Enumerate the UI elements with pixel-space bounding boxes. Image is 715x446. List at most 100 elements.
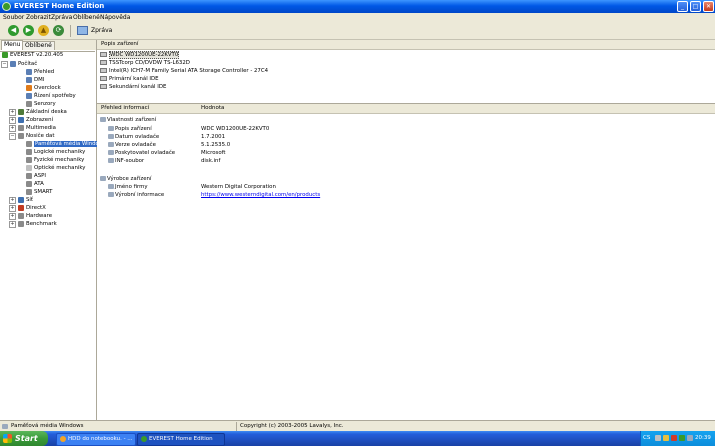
tree-item[interactable]: + Hardware: [9, 212, 52, 220]
up-icon[interactable]: ▲: [38, 25, 49, 36]
collapse-icon[interactable]: −: [1, 61, 8, 68]
expand-icon[interactable]: +: [9, 205, 16, 212]
device-label: Primární kanál IDE: [109, 76, 159, 82]
tray-icon-5[interactable]: [687, 435, 693, 441]
task-everest[interactable]: EVEREST Home Edition: [137, 433, 225, 446]
expand-icon[interactable]: +: [9, 117, 16, 124]
menu-help[interactable]: Nápověda: [100, 14, 130, 21]
device-list-item[interactable]: Sekundární kanál IDE: [100, 83, 166, 91]
tree-item[interactable]: + Multimedia: [9, 124, 56, 132]
tree-item[interactable]: Optické mechaniky: [26, 164, 85, 172]
back-icon[interactable]: ◀: [8, 25, 19, 36]
tree-item[interactable]: Senzory: [26, 100, 56, 108]
tray-icon-4[interactable]: [679, 435, 685, 441]
device-column-header: Popis zařízení: [101, 41, 139, 47]
tree-item-label: Multimedia: [26, 125, 56, 131]
details-row: Poskytovatel ovladače Microsoft: [97, 149, 697, 157]
details-group-text: Vlastnosti zařízení: [107, 117, 157, 123]
tree-item[interactable]: + Zobrazení: [9, 116, 53, 124]
device-list-header[interactable]: Popis zařízení: [97, 40, 715, 50]
menu-report[interactable]: Zpráva: [51, 14, 72, 21]
device-list-item[interactable]: Primární kanál IDE: [100, 75, 159, 83]
tree-item[interactable]: + Benchmark: [9, 220, 57, 228]
tree-item[interactable]: Přehled: [26, 68, 54, 76]
details-value: 5.1.2535.0: [201, 142, 231, 148]
property-icon: [108, 158, 114, 163]
close-button[interactable]: ✕: [703, 1, 714, 12]
tree-item[interactable]: + DirectX: [9, 204, 46, 212]
expand-icon[interactable]: +: [9, 213, 16, 220]
tree-item-label: Optické mechaniky: [34, 165, 86, 171]
tray-icon-1[interactable]: [655, 435, 661, 441]
tree-item[interactable]: Logické mechaniky: [26, 148, 85, 156]
expand-icon[interactable]: +: [9, 125, 16, 132]
info-icon: [26, 69, 32, 75]
windows-logo-icon: [3, 434, 12, 443]
disk-icon: [26, 141, 32, 147]
maximize-button[interactable]: □: [690, 1, 701, 12]
details-key: Datum ovladače: [108, 133, 159, 141]
tree-item[interactable]: ASPI: [26, 172, 46, 180]
manufacturer-link[interactable]: https://www.westerndigital.com/en/produc…: [201, 191, 320, 199]
tree-item[interactable]: Overclock: [26, 84, 61, 92]
tree-item[interactable]: SMART: [26, 188, 52, 196]
minimize-button[interactable]: _: [677, 1, 688, 12]
tree-item-label: Benchmark: [26, 221, 57, 227]
details-row: Popis zařízení WDC WD1200UE-22KVT0: [97, 125, 697, 133]
details-key-text: Verze ovladače: [115, 142, 156, 148]
disk-icon: [26, 149, 32, 155]
task-browser[interactable]: HDD do notebooku. - ...: [56, 433, 136, 446]
device-list-item[interactable]: TSSTcorp CD/DVDW TS-L632D: [100, 59, 190, 67]
device-list-item[interactable]: WDC WD1200UE-22KVT0: [100, 51, 180, 59]
tree-item[interactable]: − Nosiče dat: [9, 132, 54, 140]
tree-item[interactable]: Paměťová média Windows: [26, 140, 108, 148]
everest-icon: [2, 2, 11, 11]
expand-icon[interactable]: +: [9, 221, 16, 228]
property-icon: [108, 150, 114, 155]
tree-item-label: Základní deska: [26, 109, 67, 115]
tree-item[interactable]: − Počítač: [1, 60, 37, 68]
tray-icon-3[interactable]: [671, 435, 677, 441]
everest-task-icon: [141, 435, 147, 442]
tree-item[interactable]: Řízení spotřeby: [26, 92, 76, 100]
menu-file[interactable]: Soubor: [3, 14, 24, 21]
tree-item[interactable]: Fyzické mechaniky: [26, 156, 84, 164]
tray-icon-2[interactable]: [663, 435, 669, 441]
collapse-icon[interactable]: −: [9, 133, 16, 140]
system-tray: CS 20:39: [640, 431, 715, 446]
tree-item[interactable]: EVEREST v2.20.405: [2, 51, 63, 59]
tree-item-label: Zobrazení: [26, 117, 53, 123]
tree-item[interactable]: + Základní deska: [9, 108, 67, 116]
expand-icon[interactable]: +: [9, 197, 16, 204]
tree-item[interactable]: DMI: [26, 76, 44, 84]
menu-favorites[interactable]: Oblíbené: [73, 14, 100, 21]
status-right: Copyright (c) 2003-2005 Lavalys, Inc.: [240, 423, 344, 429]
tree-item-label: Síť: [26, 197, 34, 203]
controller-icon: [100, 76, 107, 81]
tab-favorites[interactable]: Oblíbené: [22, 41, 55, 50]
start-button[interactable]: Start: [0, 431, 48, 446]
tree-view[interactable]: EVEREST v2.20.405− Počítač Přehled DMI Overc…: [0, 51, 108, 420]
details-group: Výrobce zařízení: [97, 175, 697, 183]
tree-item[interactable]: + Síť: [9, 196, 34, 204]
language-indicator[interactable]: CS: [643, 435, 650, 441]
tab-menu[interactable]: Menu: [1, 40, 24, 50]
forward-icon[interactable]: ▶: [23, 25, 34, 36]
overclock-icon: [26, 85, 32, 91]
details-group-label: Vlastnosti zařízení: [100, 116, 156, 124]
device-list-item[interactable]: Intel(R) ICH7-M Family Serial ATA Storag…: [100, 67, 268, 75]
details-key-text: Poskytovatel ovladače: [115, 150, 176, 156]
expand-icon[interactable]: +: [9, 109, 16, 116]
menu-view[interactable]: Zobrazit: [26, 14, 51, 21]
details-value: Western Digital Corporation: [201, 184, 276, 190]
refresh-icon[interactable]: ⟳: [53, 25, 64, 36]
details-column-value[interactable]: Hodnota: [201, 105, 224, 111]
hardware-icon: [18, 213, 24, 219]
motherboard-icon: [18, 109, 24, 115]
details-key-text: Výrobní informace: [115, 192, 165, 198]
details-pane: Přehled informací Hodnota Vlastnosti zař…: [97, 104, 715, 420]
details-row: Jméno firmy Western Digital Corporation: [97, 183, 697, 191]
tree-item[interactable]: ATA: [26, 180, 44, 188]
details-column-info[interactable]: Přehled informací: [101, 105, 149, 111]
smart-icon: [26, 189, 32, 195]
